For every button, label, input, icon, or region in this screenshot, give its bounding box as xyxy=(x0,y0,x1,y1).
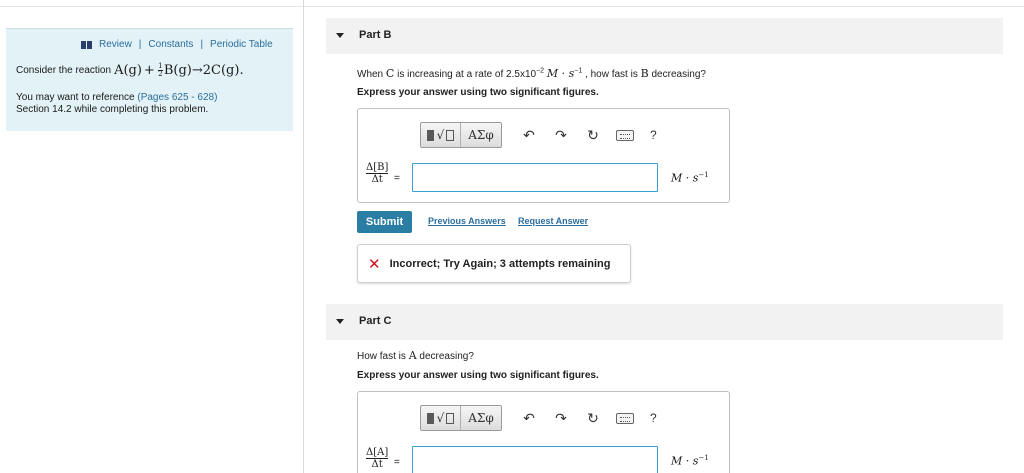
help-icon[interactable]: ? xyxy=(650,411,657,425)
template-group: √ ΑΣφ xyxy=(420,122,502,148)
reaction-arrow: → xyxy=(191,63,203,78)
redo-icon[interactable]: ↷ xyxy=(552,410,570,427)
species-b: B xyxy=(640,67,649,80)
reference-pages-link[interactable]: (Pages 625 - 628) xyxy=(137,92,217,103)
fraction-denominator: Δt xyxy=(371,174,383,185)
previous-answers-link[interactable]: Previous Answers xyxy=(428,216,506,226)
part-b-answer-input[interactable] xyxy=(412,163,658,192)
part-c-question: How fast is A decreasing? xyxy=(357,349,474,362)
reactant-a: A(g) xyxy=(114,63,142,78)
fraction-denominator: Δt xyxy=(371,459,383,470)
species-c: C xyxy=(385,67,395,80)
reference-prefix: You may want to reference xyxy=(16,92,135,103)
unit-exponent: −1 xyxy=(698,454,709,462)
species-a: A xyxy=(408,349,417,362)
question-text: , how fast is xyxy=(585,69,638,80)
keyboard-icon[interactable] xyxy=(616,412,634,424)
question-rate: is increasing at a rate of 2.5x10 xyxy=(397,69,537,80)
part-b-title: Part B xyxy=(359,29,392,41)
part-b-question: When C is increasing at a rate of 2.5x10… xyxy=(357,67,706,80)
rate-exponent: −2 xyxy=(536,67,545,75)
question-text: When xyxy=(357,69,384,80)
constants-link[interactable]: Constants xyxy=(148,39,193,50)
reference-suffix: Section 14.2 while completing this probl… xyxy=(16,104,209,115)
book-icon xyxy=(81,40,93,49)
review-link[interactable]: Review xyxy=(99,39,132,50)
reset-icon[interactable]: ↻ xyxy=(584,127,602,144)
question-text: decreasing? xyxy=(651,69,706,80)
keyboard-icon[interactable] xyxy=(616,129,634,141)
link-separator: | xyxy=(138,39,142,50)
part-c-instruction: Express your answer using two significan… xyxy=(357,370,599,381)
templates-button[interactable]: √ xyxy=(421,406,461,430)
rate-unit: M · s xyxy=(546,67,575,80)
unit-exponent: −1 xyxy=(698,171,709,179)
part-b-answer-box: √ ΑΣφ ↶ ↷ ↻ ? Δ[B] Δt = M · s−1 xyxy=(357,108,730,203)
fraction-numerator: Δ[A] xyxy=(366,447,389,458)
templates-button[interactable]: √ xyxy=(421,123,461,147)
column-divider xyxy=(303,0,304,473)
math-toolbar: √ ΑΣφ ↶ ↷ ↻ ? xyxy=(420,122,657,148)
part-b-header[interactable]: Part B xyxy=(326,18,1003,54)
part-c-header[interactable]: Part C xyxy=(326,304,1003,340)
fraction-numerator: Δ[B] xyxy=(366,162,389,173)
undo-icon[interactable]: ↶ xyxy=(520,127,538,144)
resource-links: Review | Constants | Periodic Table xyxy=(81,39,273,50)
reaction-statement: Consider the reaction A(g) + 1 2 B(g) → … xyxy=(16,62,244,79)
reaction-equation: A(g) + 1 2 B(g) → 2C(g) . xyxy=(114,62,244,79)
coef-numerator: 1 xyxy=(158,62,163,70)
request-answer-link[interactable]: Request Answer xyxy=(518,216,588,226)
feedback-text: Incorrect; Try Again; 3 attempts remaini… xyxy=(389,257,611,270)
equals-sign: = xyxy=(394,173,400,184)
feedback-message: ✕ Incorrect; Try Again; 3 attempts remai… xyxy=(357,244,631,283)
incorrect-x-icon: ✕ xyxy=(368,255,381,273)
answer-unit: M · s−1 xyxy=(671,171,709,185)
question-text: How fast is xyxy=(357,351,406,362)
problem-info-panel: Review | Constants | Periodic Table Cons… xyxy=(6,28,293,131)
submit-button[interactable]: Submit xyxy=(357,211,412,233)
collapse-caret-icon[interactable] xyxy=(336,319,344,324)
coef-denominator: 2 xyxy=(158,70,163,78)
part-c-answer-input[interactable] xyxy=(412,446,658,473)
help-icon[interactable]: ? xyxy=(650,128,657,142)
rate-unit-exponent: −1 xyxy=(574,67,583,75)
answer-fraction-label: Δ[B] Δt xyxy=(366,162,389,185)
greek-symbols-button[interactable]: ΑΣφ xyxy=(461,123,501,147)
math-toolbar: √ ΑΣφ ↶ ↷ ↻ ? xyxy=(420,405,657,431)
product-c: 2C(g) xyxy=(202,63,240,78)
reaction-prefix: Consider the reaction xyxy=(16,65,112,76)
periodic-table-link[interactable]: Periodic Table xyxy=(210,39,273,50)
greek-symbols-button[interactable]: ΑΣφ xyxy=(461,406,501,430)
reaction-period: . xyxy=(239,63,244,78)
part-b-instruction: Express your answer using two significan… xyxy=(357,87,599,98)
collapse-caret-icon[interactable] xyxy=(336,33,344,38)
template-group: √ ΑΣφ xyxy=(420,405,502,431)
reset-icon[interactable]: ↻ xyxy=(584,410,602,427)
part-c-answer-box: √ ΑΣφ ↶ ↷ ↻ ? Δ[A] Δt = M · s−1 xyxy=(357,391,730,473)
coefficient-half: 1 2 xyxy=(157,62,163,78)
top-divider xyxy=(0,6,1024,7)
undo-icon[interactable]: ↶ xyxy=(520,410,538,427)
answer-fraction-label: Δ[A] Δt xyxy=(366,447,389,470)
redo-icon[interactable]: ↷ xyxy=(552,127,570,144)
unit-base: M · s xyxy=(671,454,699,468)
reactant-b: B(g) xyxy=(163,63,192,78)
unit-base: M · s xyxy=(671,171,699,185)
link-separator: | xyxy=(200,39,204,50)
part-c-title: Part C xyxy=(359,315,392,327)
reference-note: You may want to reference (Pages 625 - 6… xyxy=(16,92,286,116)
answer-unit: M · s−1 xyxy=(671,454,709,468)
plus-sign: + xyxy=(143,63,155,78)
question-text: decreasing? xyxy=(419,351,474,362)
equals-sign: = xyxy=(394,457,400,468)
